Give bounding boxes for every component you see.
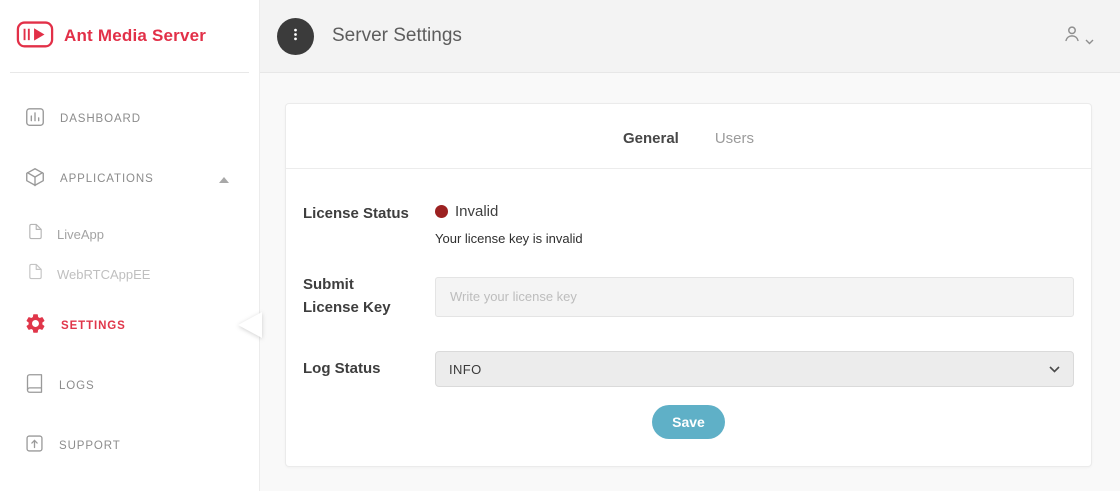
log-status-label: Log Status: [303, 358, 435, 381]
support-icon: [24, 433, 45, 459]
sidebar-item-label: DASHBOARD: [60, 113, 141, 125]
sidebar-item-settings[interactable]: SETTINGS: [0, 302, 259, 350]
log-status-field-wrap: INFO: [435, 351, 1074, 387]
sidebar-item-label: WebRTCAppEE: [57, 267, 150, 282]
caret-up-icon: [219, 170, 229, 188]
top-header: Server Settings: [260, 0, 1120, 73]
license-status-row: License Status Invalid Your license key …: [303, 203, 1074, 246]
tab-users[interactable]: Users: [715, 130, 754, 168]
brand-logo[interactable]: Ant Media Server: [0, 0, 259, 72]
sidebar-item-logs[interactable]: LOGS: [0, 362, 259, 410]
sidebar-item-label: LOGS: [59, 380, 95, 392]
caret-down-icon: [1085, 32, 1094, 50]
sidebar: Ant Media Server DASHBOARD: [0, 0, 260, 491]
user-menu[interactable]: [1061, 23, 1094, 50]
sidebar-item-support[interactable]: SUPPORT: [0, 422, 259, 470]
license-status-label: License Status: [303, 203, 435, 226]
tab-bar: General Users: [286, 104, 1091, 169]
sidebar-item-dashboard[interactable]: DASHBOARD: [0, 95, 259, 143]
status-text: Invalid: [455, 203, 498, 220]
license-key-row: Submit License Key: [303, 274, 1074, 319]
settings-card: General Users License Status Invalid You…: [285, 103, 1092, 467]
settings-form: License Status Invalid Your license key …: [286, 169, 1091, 439]
sidebar-item-label: APPLICATIONS: [60, 173, 154, 185]
sidebar-item-label: SETTINGS: [61, 320, 126, 332]
main-area: Server Settings General Users: [260, 0, 1120, 491]
content-area: General Users License Status Invalid You…: [260, 73, 1120, 491]
brand-name: Ant Media Server: [64, 26, 206, 46]
license-key-field-wrap: [435, 277, 1074, 317]
log-status-selected-value: INFO: [449, 362, 482, 377]
active-item-notch: [238, 312, 262, 338]
sidebar-item-applications[interactable]: APPLICATIONS: [0, 155, 259, 203]
file-icon: [27, 263, 44, 285]
sidebar-item-liveapp[interactable]: LiveApp: [0, 214, 259, 254]
license-key-label: Submit License Key: [303, 274, 435, 319]
sidebar-item-webrtcappee[interactable]: WebRTCAppEE: [0, 254, 259, 294]
logs-icon: [24, 373, 45, 399]
sidebar-item-label: LiveApp: [57, 227, 104, 242]
user-icon: [1061, 23, 1083, 50]
page-title: Server Settings: [332, 25, 462, 47]
dashboard-icon: [24, 106, 46, 133]
log-status-select[interactable]: INFO: [435, 351, 1074, 387]
ant-media-logo-icon: [16, 18, 54, 54]
save-row: Save: [303, 405, 1074, 439]
sidebar-nav: DASHBOARD APPLICATIONS: [0, 73, 259, 470]
log-status-row: Log Status INFO: [303, 351, 1074, 387]
status-dot: [435, 205, 448, 218]
kebab-menu-icon: [288, 27, 303, 45]
license-status-value: Invalid Your license key is invalid: [435, 203, 1074, 246]
file-icon: [27, 223, 44, 245]
save-button[interactable]: Save: [652, 405, 725, 439]
status-line: Invalid: [435, 203, 1074, 220]
chevron-down-icon: [1049, 360, 1060, 378]
menu-button[interactable]: [277, 18, 314, 55]
license-key-input[interactable]: [435, 277, 1074, 317]
tab-general[interactable]: General: [623, 130, 679, 168]
status-description: Your license key is invalid: [435, 231, 1074, 246]
app-root: Ant Media Server DASHBOARD: [0, 0, 1120, 491]
applications-icon: [24, 166, 46, 193]
gear-icon: [24, 312, 47, 340]
sidebar-item-label: SUPPORT: [59, 440, 121, 452]
